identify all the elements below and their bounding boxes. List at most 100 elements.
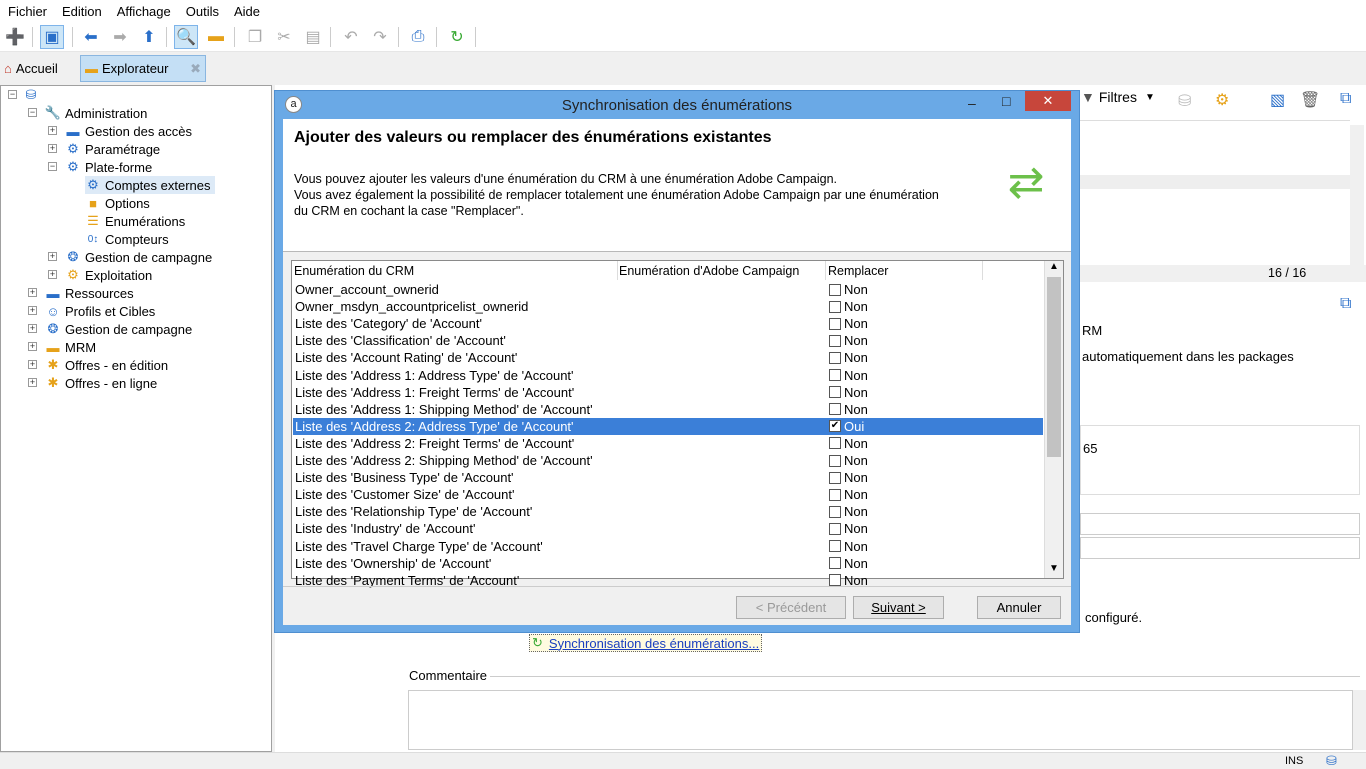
table-row[interactable]: Liste des 'Address 1: Address Type' de '… <box>293 367 1043 384</box>
replace-cell[interactable]: Non <box>829 385 868 400</box>
column-header-crm[interactable]: Enumération du CRM <box>292 261 618 280</box>
tree-item-ressources[interactable]: ▬ Ressources <box>45 284 134 302</box>
folder-up-icon[interactable]: ⬆ <box>137 25 161 49</box>
replace-cell[interactable]: Non <box>829 556 868 571</box>
replace-cell[interactable]: Non <box>829 453 868 468</box>
redo-icon[interactable]: ↷ <box>368 25 392 49</box>
replace-checkbox[interactable] <box>829 437 841 450</box>
table-row[interactable]: Liste des 'Ownership' de 'Account' Non <box>293 555 1043 572</box>
tree-item-offres-ligne[interactable]: ✱ Offres - en ligne <box>45 374 158 392</box>
chevron-down-icon[interactable]: ▼ <box>1049 563 1059 574</box>
expand-toggle[interactable]: + <box>48 144 57 153</box>
expand-toggle[interactable]: + <box>48 270 57 279</box>
replace-cell[interactable]: Non <box>829 402 868 417</box>
replace-checkbox[interactable] <box>829 317 841 330</box>
replace-cell[interactable]: Non <box>829 299 868 314</box>
undo-icon[interactable]: ↶ <box>339 25 363 49</box>
collapse-toggle[interactable]: − <box>8 90 17 99</box>
tree-item-administration[interactable]: 🔧 Administration <box>45 104 147 122</box>
tree-item-gestion-campagne-2[interactable]: ❂ Gestion de campagne <box>45 320 193 338</box>
scrollbar-thumb[interactable] <box>1047 277 1061 457</box>
replace-checkbox[interactable] <box>829 300 841 313</box>
replace-cell[interactable]: Non <box>829 487 868 502</box>
tree-item-compteurs[interactable]: 0↕ Compteurs <box>85 230 169 248</box>
search-icon[interactable]: 🔍 <box>174 25 198 49</box>
tree-item-offres-edition[interactable]: ✱ Offres - en édition <box>45 356 169 374</box>
menu-outils[interactable]: Outils <box>182 4 223 19</box>
table-row[interactable]: Liste des 'Relationship Type' de 'Accoun… <box>293 503 1043 520</box>
replace-checkbox[interactable] <box>829 334 841 347</box>
expand-toggle[interactable]: + <box>48 252 57 261</box>
tree-item-parametrage[interactable]: ⚙ Paramétrage <box>65 140 160 158</box>
next-button[interactable]: Suivant > <box>853 596 944 619</box>
text-field[interactable] <box>1080 537 1360 559</box>
replace-cell[interactable]: Non <box>829 368 868 383</box>
replace-checkbox[interactable] <box>829 488 841 501</box>
replace-checkbox[interactable] <box>829 351 841 364</box>
replace-checkbox[interactable] <box>829 283 841 296</box>
replace-cell[interactable]: Non <box>829 436 868 451</box>
table-row[interactable]: Liste des 'Category' de 'Account' Non <box>293 315 1043 332</box>
table-row[interactable]: Liste des 'Address 2: Address Type' de '… <box>293 417 1043 435</box>
export-icon[interactable]: ▧ <box>1270 90 1285 110</box>
expand-toggle[interactable]: + <box>28 342 37 351</box>
tree-item-mrm[interactable]: ▬ MRM <box>45 338 97 356</box>
replace-checkbox[interactable] <box>829 522 841 535</box>
expand-toggle[interactable]: + <box>28 306 37 315</box>
close-icon[interactable]: ✕ <box>1025 91 1071 111</box>
collapse-toggle[interactable]: − <box>48 162 57 171</box>
new-gear-icon[interactable]: ⚙ <box>1215 90 1229 110</box>
sync-enumerations-link[interactable]: ↻ Synchronisation des énumérations... <box>529 634 763 652</box>
folder-icon[interactable]: ▬ <box>204 25 228 49</box>
menu-aide[interactable]: Aide <box>230 4 264 19</box>
forward-arrow-icon[interactable]: ➡ <box>108 25 132 49</box>
paste-icon[interactable]: ▤ <box>301 25 325 49</box>
replace-cell[interactable]: Non <box>829 539 868 554</box>
replace-checkbox[interactable] <box>829 369 841 381</box>
table-row[interactable]: Liste des 'Address 1: Shipping Method' d… <box>293 401 1043 418</box>
replace-cell[interactable]: Non <box>829 504 868 519</box>
maximize-icon[interactable]: □ <box>1002 93 1010 109</box>
previous-button[interactable]: < Précédent <box>736 596 846 619</box>
scrollbar[interactable] <box>1350 125 1364 265</box>
tree-item-comptes-externes[interactable]: ⚙ Comptes externes <box>85 176 215 194</box>
tree-item-options[interactable]: ■ Options <box>85 194 150 212</box>
tree-item-enumerations[interactable]: ☰ Enumérations <box>85 212 185 230</box>
column-header-campaign[interactable]: Enumération d'Adobe Campaign <box>618 261 826 280</box>
print-icon[interactable]: ⎙ <box>406 25 430 49</box>
table-row[interactable]: Liste des 'Industry' de 'Account' Non <box>293 520 1043 537</box>
table-row[interactable]: Liste des 'Business Type' de 'Account' No… <box>293 469 1043 486</box>
tree-item-gestion-acces[interactable]: ▬ Gestion des accès <box>65 122 192 140</box>
tree-item-profils[interactable]: ☺ Profils et Cibles <box>45 302 155 320</box>
tree-item-gestion-campagne[interactable]: ❂ Gestion de campagne <box>65 248 213 266</box>
replace-checkbox[interactable] <box>829 557 841 570</box>
new-user-icon[interactable]: ➕ <box>3 25 27 49</box>
replace-cell[interactable]: Non <box>829 282 868 297</box>
text-field[interactable] <box>1080 513 1360 535</box>
back-arrow-icon[interactable]: ⬅ <box>79 25 103 49</box>
replace-checkbox[interactable] <box>829 403 841 416</box>
table-row[interactable]: Owner_msdyn_accountpricelist_ownerid Non <box>293 298 1043 315</box>
cut-icon[interactable]: ✂ <box>272 25 296 49</box>
menu-affichage[interactable]: Affichage <box>113 4 175 19</box>
cancel-button[interactable]: Annuler <box>977 596 1061 619</box>
replace-cell[interactable]: Non <box>829 350 868 365</box>
table-row[interactable]: Liste des 'Travel Charge Type' de 'Accou… <box>293 538 1043 555</box>
table-row[interactable]: Liste des 'Address 2: Freight Terms' de … <box>293 435 1043 452</box>
replace-checkbox[interactable]: ✔ <box>829 420 841 433</box>
menu-fichier[interactable]: Fichier <box>4 4 51 19</box>
expand-toggle[interactable]: + <box>48 126 57 135</box>
maximize-icon[interactable]: ⧉ <box>1340 295 1351 313</box>
tree-item-exploitation[interactable]: ⚙ Exploitation <box>65 266 152 284</box>
replace-cell[interactable]: Non <box>829 316 868 331</box>
table-row[interactable]: Liste des 'Classification' de 'Account' N… <box>293 332 1043 349</box>
explorer-view-icon[interactable]: ▣ <box>40 25 64 49</box>
close-icon[interactable]: ✖ <box>190 61 201 77</box>
tree-root[interactable]: ⛁ <box>23 86 43 104</box>
column-header-replace[interactable]: Remplacer <box>826 261 983 280</box>
replace-checkbox[interactable] <box>829 540 841 552</box>
expand-toggle[interactable]: + <box>28 324 37 333</box>
expand-toggle[interactable]: + <box>28 378 37 387</box>
replace-checkbox[interactable] <box>829 386 841 399</box>
refresh-icon[interactable]: ↻ <box>445 25 469 49</box>
